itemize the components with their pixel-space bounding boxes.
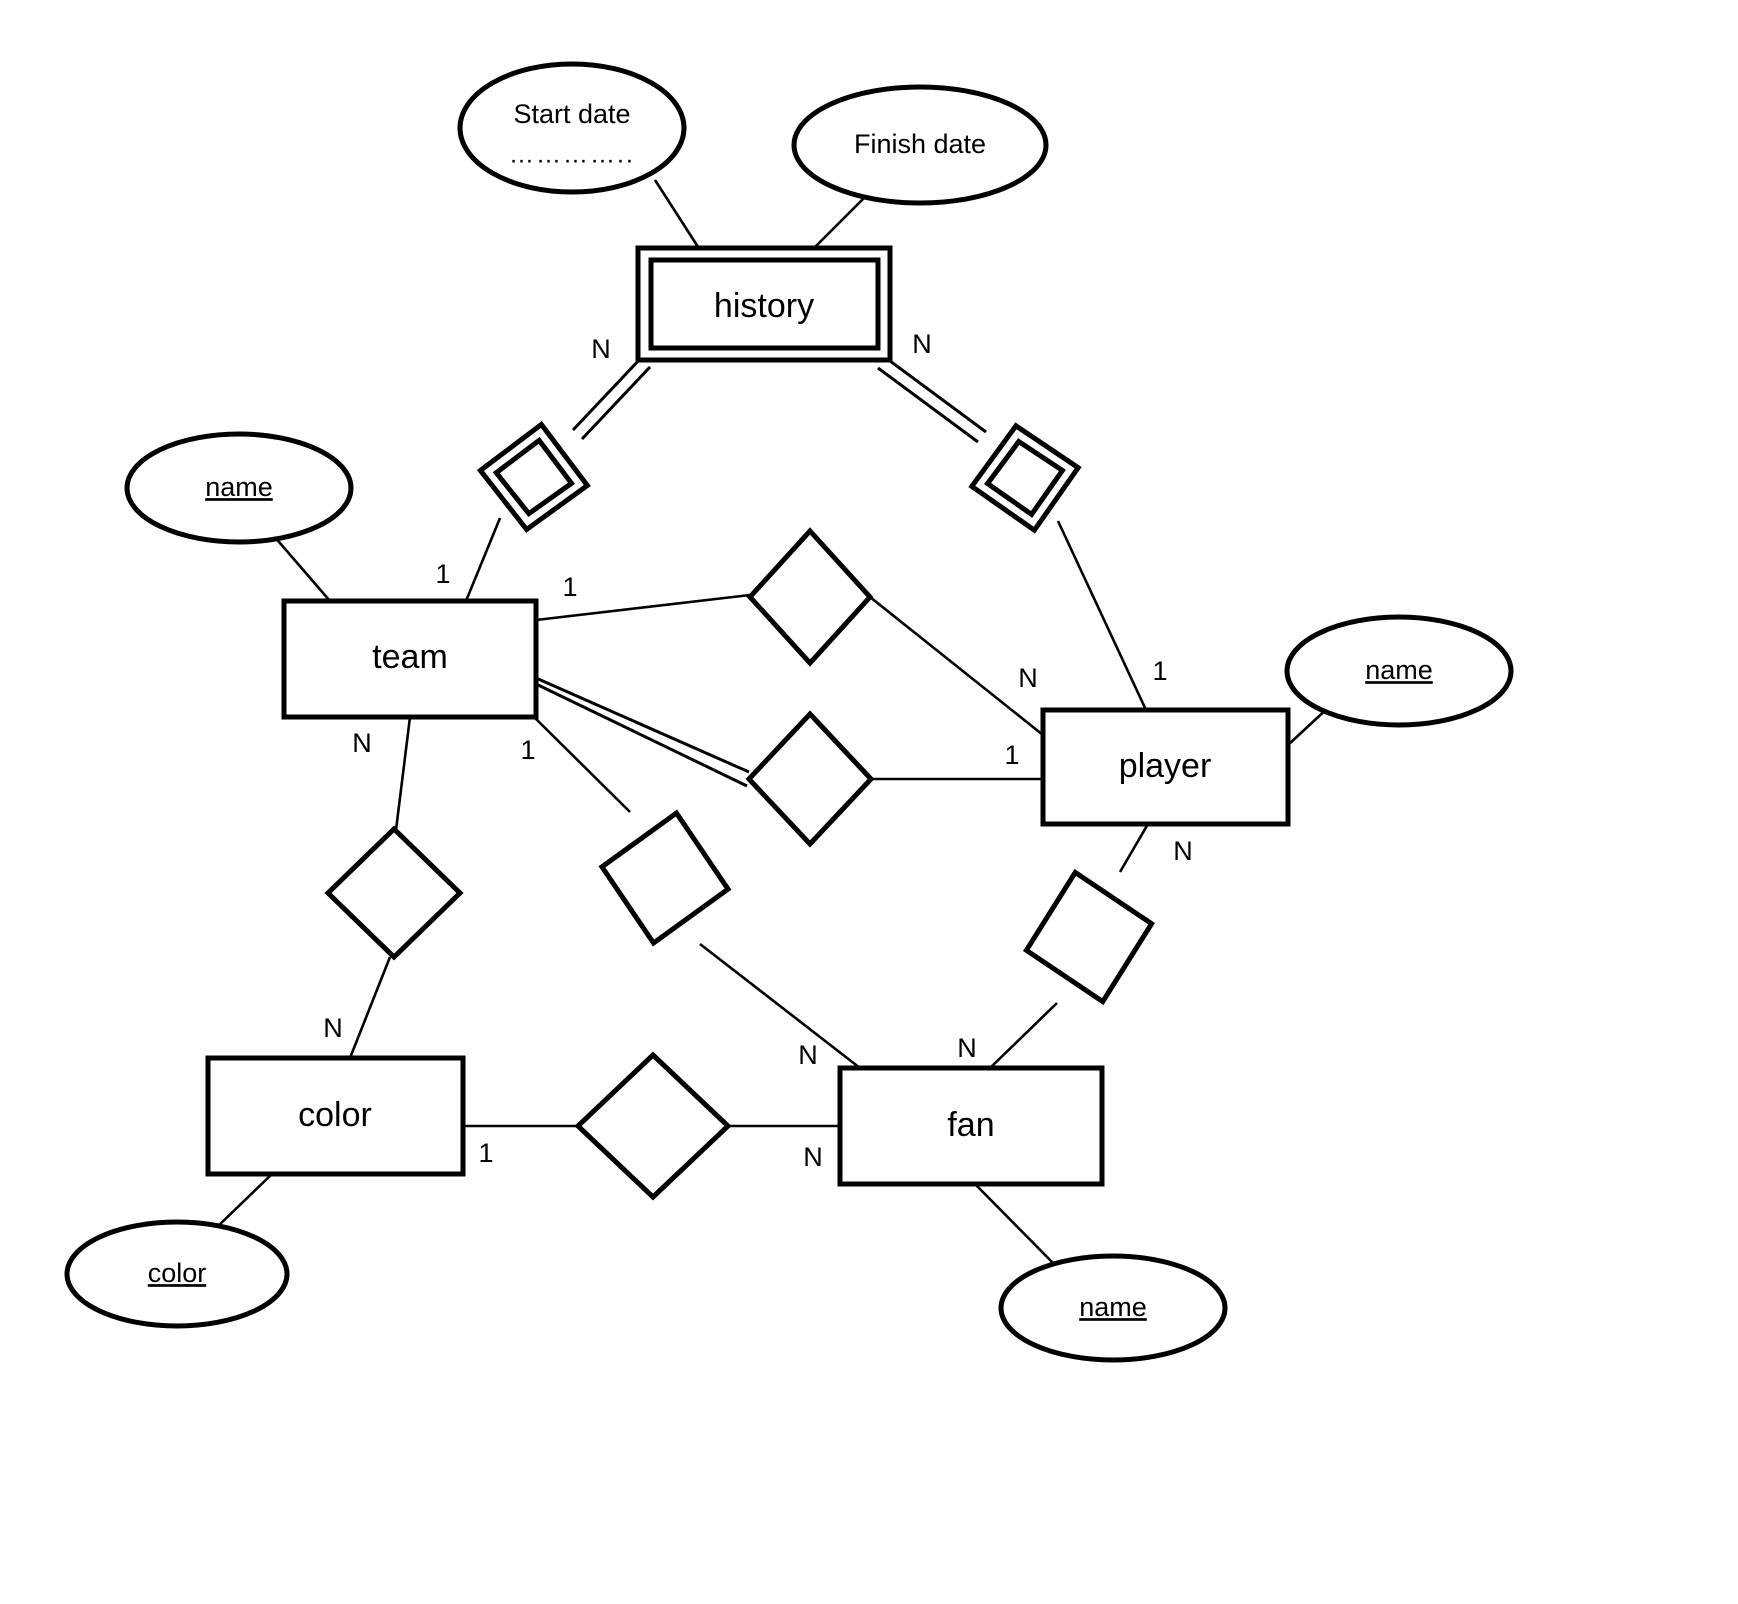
link-history-identrel-right-a (885, 356, 987, 434)
cardinality-label: N (352, 728, 372, 758)
link-team-rel-fan (533, 716, 631, 813)
link-team-rel-color (394, 716, 412, 831)
cardinality-label: N (957, 1033, 977, 1063)
attribute-start-date-dots: ………….. (509, 141, 635, 169)
cardinality-label: N (323, 1013, 343, 1043)
attribute-color-color[interactable]: color (64, 1219, 290, 1329)
attribute-finish-date-label: Finish date (854, 129, 986, 159)
attribute-start-date-label: Start date (513, 99, 630, 129)
attribute-player-name-label: name (1365, 655, 1433, 685)
link-rel-color-color (348, 956, 392, 1059)
cardinality-label: N (1018, 663, 1038, 693)
entity-player[interactable]: player (1040, 707, 1291, 827)
entity-color[interactable]: color (205, 1055, 466, 1177)
link-team-rel-b-a (535, 676, 750, 774)
cardinality-label: N (1173, 836, 1193, 866)
entity-team[interactable]: team (281, 598, 539, 720)
ident-diamond-inner-left (492, 436, 576, 518)
attribute-team-name-label: name (205, 472, 273, 502)
link-startdate-history (653, 179, 702, 251)
entity-color-label: color (298, 1096, 372, 1134)
link-color-attr-color (215, 1173, 273, 1229)
link-player-rel-fan (1118, 823, 1150, 873)
entity-player-label: player (1119, 747, 1212, 785)
cardinality-label: 1 (562, 572, 577, 602)
cardinality-label: 1 (520, 735, 535, 765)
relationship-team-fan[interactable] (591, 802, 740, 954)
link-identrel-right-player (1056, 520, 1148, 711)
cardinality-label: N (803, 1142, 823, 1172)
cardinality-label: N (798, 1040, 818, 1070)
er-diagram-canvas: history team player color fan Start date (0, 0, 1738, 1604)
cardinality-label: N (591, 334, 611, 364)
link-identrel-left-team (464, 517, 502, 602)
entity-history[interactable]: history (635, 245, 893, 363)
entity-fan-label: fan (947, 1106, 994, 1144)
relationship-history-player[interactable] (963, 416, 1088, 539)
link-name-fan (974, 1183, 1056, 1266)
relationship-team-player-a[interactable] (746, 527, 874, 667)
cardinality-label: 1 (478, 1138, 493, 1168)
entity-shapes: history team player color fan (205, 245, 1291, 1187)
attribute-start-date[interactable]: Start date ………….. (457, 61, 687, 195)
relationship-team-color[interactable] (324, 825, 464, 961)
cardinality-label: N (912, 329, 932, 359)
relationship-team-player-b[interactable] (745, 710, 875, 848)
cardinality-label: 1 (1004, 740, 1019, 770)
relationship-player-fan[interactable] (1013, 859, 1166, 1015)
cardinality-label: 1 (1152, 656, 1167, 686)
entity-history-label: history (714, 287, 814, 325)
ident-diamond-inner-right (984, 438, 1066, 518)
link-rel-a-player (869, 595, 1044, 737)
link-history-identrel-right-b (877, 366, 979, 444)
relationship-history-team[interactable] (473, 417, 595, 537)
link-name-team (272, 534, 331, 602)
attribute-color-color-label: color (148, 1258, 207, 1288)
attribute-fan-name-label: name (1079, 1292, 1147, 1322)
attribute-team-name[interactable]: name (124, 431, 354, 545)
relationship-color-fan[interactable] (574, 1051, 732, 1201)
attribute-finish-date[interactable]: Finish date (791, 84, 1049, 206)
entity-fan[interactable]: fan (837, 1065, 1105, 1187)
link-rel-fan-fan2 (989, 1002, 1058, 1069)
link-history-identrel-left-b (580, 365, 652, 441)
link-history-identrel-left-a (571, 356, 643, 432)
attribute-player-name[interactable]: name (1284, 614, 1514, 728)
link-team-rel-b-b (535, 682, 748, 788)
link-rel-fan-fan (699, 942, 861, 1070)
entity-team-label: team (372, 638, 448, 676)
cardinality-label: 1 (435, 559, 450, 589)
attribute-fan-name[interactable]: name (998, 1253, 1228, 1363)
